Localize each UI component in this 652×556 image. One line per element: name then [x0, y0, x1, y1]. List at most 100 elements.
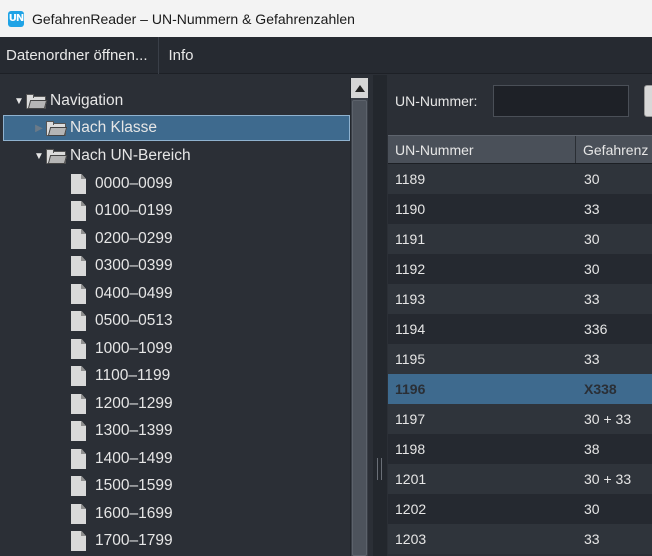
- document-icon: [71, 476, 86, 496]
- tree-node-nach-klasse[interactable]: ▶ Nach Klasse: [3, 115, 350, 141]
- menu-info[interactable]: Info: [163, 37, 200, 73]
- cell-un-number: 1203: [395, 531, 427, 547]
- tree-leaf[interactable]: 0300–0399: [71, 253, 173, 279]
- pane-splitter[interactable]: [373, 75, 387, 556]
- cell-hazard-number: 33: [584, 531, 600, 547]
- tree-scrollbar[interactable]: [350, 78, 368, 556]
- scrollbar-thumb[interactable]: [352, 100, 367, 556]
- cell-hazard-number: 33: [584, 291, 600, 307]
- un-number-input[interactable]: [493, 85, 629, 117]
- cell-hazard-number: 30: [584, 171, 600, 187]
- table-header: UN-Nummer Gefahrenz: [388, 135, 652, 164]
- cell-hazard-number: 30: [584, 501, 600, 517]
- tree-leaf[interactable]: 0400–0499: [71, 281, 173, 307]
- cell-hazard-number: X338: [584, 381, 617, 397]
- table-row[interactable]: 1194 336: [388, 314, 652, 344]
- table-row[interactable]: 1193 33: [388, 284, 652, 314]
- tree-leaf-label: 0000–0099: [95, 175, 173, 192]
- tree-leaf[interactable]: 0100–0199: [71, 198, 173, 224]
- tree-leaf[interactable]: 1500–1599: [71, 473, 173, 499]
- tree-leaf[interactable]: 1100–1199: [71, 363, 170, 389]
- table-row[interactable]: 1190 33: [388, 194, 652, 224]
- tree-leaf-label: 0500–0513: [95, 312, 173, 329]
- tree-leaf-label: 1300–1399: [95, 422, 173, 439]
- table-row[interactable]: 1197 30 + 33: [388, 404, 652, 434]
- scroll-up-arrow-icon[interactable]: [351, 78, 368, 98]
- menu-bar: Datenordner öffnen... Info: [0, 36, 652, 74]
- cell-hazard-number: 38: [584, 441, 600, 457]
- splitter-grip-icon[interactable]: [377, 458, 382, 480]
- tree-leaf-label: 0200–0299: [95, 230, 173, 247]
- cell-un-number: 1195: [395, 351, 426, 367]
- search-button[interactable]: [644, 85, 652, 117]
- tree-leaf-label: 0400–0499: [95, 285, 173, 302]
- column-header-un-number[interactable]: UN-Nummer: [388, 136, 576, 163]
- tree-leaf[interactable]: 1400–1499: [71, 446, 173, 472]
- document-icon: [71, 174, 86, 194]
- cell-hazard-number: 33: [584, 351, 600, 367]
- document-icon: [71, 311, 86, 331]
- table-row[interactable]: 1192 30: [388, 254, 652, 284]
- table-row[interactable]: 1198 38: [388, 434, 652, 464]
- cell-un-number: 1194: [395, 321, 426, 337]
- un-number-label: UN-Nummer:: [395, 93, 478, 109]
- tree-node-label: Nach UN-Bereich: [70, 147, 191, 164]
- cell-hazard-number: 33: [584, 201, 600, 217]
- document-icon: [71, 366, 86, 386]
- tree-leaf[interactable]: 1300–1399: [71, 418, 173, 444]
- tree-leaf-label: 0300–0399: [95, 257, 173, 274]
- cell-un-number: 1201: [395, 471, 427, 487]
- window-title: GefahrenReader – UN-Nummern & Gefahrenza…: [32, 10, 355, 27]
- cell-un-number: 1190: [395, 201, 426, 217]
- menu-open-data-folder[interactable]: Datenordner öffnen...: [0, 37, 154, 73]
- tree-node-label: Navigation: [50, 92, 124, 109]
- navigation-tree: ▼ Navigation ▶ Nach Klasse ▼ Nach UN-Ber…: [0, 75, 373, 556]
- cell-un-number: 1198: [395, 441, 426, 457]
- tree-leaf[interactable]: 0200–0299: [71, 226, 173, 252]
- collapsed-arrow-icon[interactable]: ▶: [32, 123, 46, 134]
- document-icon: [71, 229, 86, 249]
- cell-un-number: 1196: [395, 381, 426, 397]
- document-icon: [71, 504, 86, 524]
- document-icon: [71, 256, 86, 276]
- document-icon: [71, 449, 86, 469]
- cell-un-number: 1189: [395, 171, 426, 187]
- cell-un-number: 1197: [395, 411, 426, 427]
- tree-leaf[interactable]: 1600–1699: [71, 501, 173, 527]
- tree-node-nach-un-bereich[interactable]: ▼ Nach UN-Bereich: [32, 143, 191, 169]
- tree-leaf-label: 1100–1199: [95, 367, 171, 384]
- cell-hazard-number: 30: [584, 261, 600, 277]
- results-pane: UN-Nummer: UN-Nummer Gefahrenz 1189 30 11…: [387, 75, 652, 556]
- cell-un-number: 1202: [395, 501, 427, 517]
- tree-node-navigation[interactable]: ▼ Navigation: [12, 88, 123, 114]
- table-body: 1189 30 1190 33 1191 30 1192 30 1193 33 1194 3…: [388, 164, 652, 554]
- table-row-selected[interactable]: 1196 X338: [388, 374, 652, 404]
- tree-node-label: Nach Klasse: [70, 119, 158, 136]
- tree-leaf[interactable]: 0000–0099: [71, 171, 173, 197]
- tree-leaf[interactable]: 0500–0513: [71, 308, 173, 334]
- tree-leaf-label: 1600–1699: [95, 505, 173, 522]
- folder-open-icon: [26, 93, 48, 109]
- expand-arrow-icon[interactable]: ▼: [32, 151, 46, 162]
- cell-un-number: 1192: [395, 261, 426, 277]
- table-row[interactable]: 1202 30: [388, 494, 652, 524]
- document-icon: [71, 201, 86, 221]
- title-bar: UN GefahrenReader – UN-Nummern & Gefahre…: [0, 0, 652, 37]
- tree-leaf-label: 1000–1099: [95, 340, 173, 357]
- column-header-hazard-number[interactable]: Gefahrenz: [576, 136, 652, 163]
- document-icon: [71, 421, 86, 441]
- tree-leaf[interactable]: 1200–1299: [71, 391, 173, 417]
- cell-hazard-number: 336: [584, 321, 608, 337]
- document-icon: [71, 394, 86, 414]
- table-row[interactable]: 1195 33: [388, 344, 652, 374]
- table-row[interactable]: 1191 30: [388, 224, 652, 254]
- tree-leaf[interactable]: 1700–1799: [71, 528, 173, 554]
- cell-hazard-number: 30 + 33: [584, 411, 632, 427]
- table-row[interactable]: 1189 30: [388, 164, 652, 194]
- tree-leaf-label: 0100–0199: [95, 202, 173, 219]
- table-row[interactable]: 1201 30 + 33: [388, 464, 652, 494]
- expand-arrow-icon[interactable]: ▼: [12, 96, 26, 107]
- table-row[interactable]: 1203 33: [388, 524, 652, 554]
- tree-leaf-label: 1400–1499: [95, 450, 173, 467]
- tree-leaf[interactable]: 1000–1099: [71, 336, 173, 362]
